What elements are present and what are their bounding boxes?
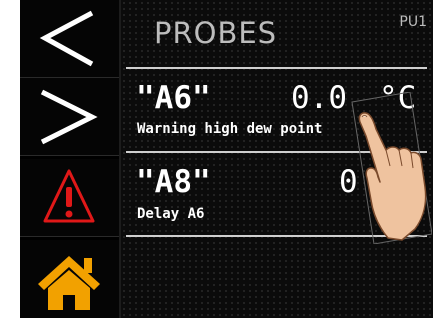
touch-hand-icon	[351, 92, 432, 244]
probe-value: 0.0	[291, 80, 347, 116]
back-button[interactable]	[20, 0, 119, 78]
unit-id-label: PU1	[399, 14, 427, 30]
chevron-left-icon	[39, 10, 94, 67]
probe-name: "A8"	[136, 164, 211, 200]
home-icon	[38, 256, 100, 310]
divider	[126, 67, 427, 69]
home-button[interactable]	[20, 240, 119, 318]
chevron-right-icon	[40, 89, 98, 145]
probe-name: "A6"	[136, 80, 211, 116]
probes-panel: PROBES PU1 "A6" 0.0 °C Warning high dew …	[121, 0, 433, 318]
nav-column	[20, 0, 119, 318]
probe-message: Delay A6	[137, 206, 205, 222]
alarm-button[interactable]	[20, 159, 119, 237]
page-title: PROBES	[154, 16, 278, 50]
forward-button[interactable]	[20, 78, 119, 156]
warning-triangle-icon	[43, 169, 95, 223]
controller-screen: PROBES PU1 "A6" 0.0 °C Warning high dew …	[20, 0, 433, 318]
probe-message: Warning high dew point	[137, 121, 323, 137]
